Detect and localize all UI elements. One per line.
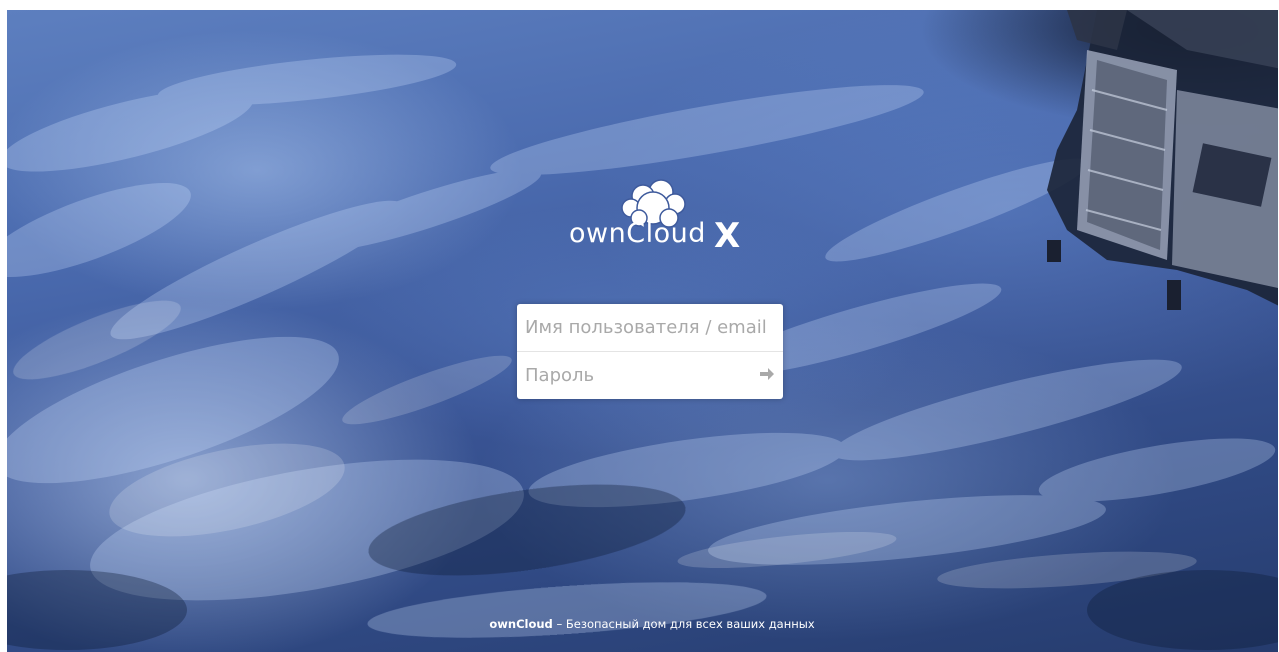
- satellite-image: [1047, 10, 1278, 310]
- username-input[interactable]: [517, 304, 783, 351]
- owncloud-x-mark: X: [714, 216, 741, 256]
- owncloud-logo: ownCloud X: [563, 178, 753, 258]
- login-form: [517, 304, 783, 399]
- footer-brand: ownCloud: [489, 617, 553, 631]
- password-input[interactable]: [517, 352, 783, 399]
- login-background: ownCloud X ownCloud – Безопасный дом для…: [7, 10, 1278, 652]
- footer-slogan: – Безопасный дом для всех ваших данных: [552, 617, 815, 631]
- footer-tagline: ownCloud – Безопасный дом для всех ваших…: [7, 617, 1278, 631]
- submit-arrow-icon[interactable]: [757, 364, 777, 384]
- owncloud-wordmark: ownCloud: [569, 218, 706, 249]
